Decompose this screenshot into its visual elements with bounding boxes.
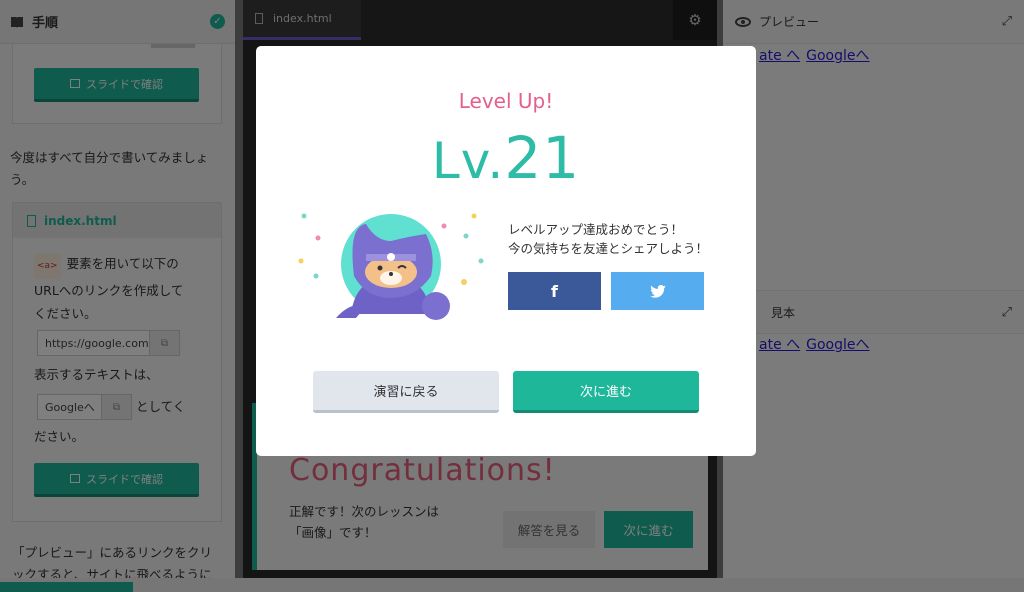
message-line-2: 今の気持ちを友達とシェアしよう！ xyxy=(508,241,709,256)
level-up-message: レベルアップ達成おめでとう！ 今の気持ちを友達とシェアしよう！ xyxy=(508,220,708,258)
level-number: 21 xyxy=(504,124,581,192)
twitter-icon xyxy=(649,284,666,298)
level-display: Lv.21 xyxy=(256,124,756,192)
level-up-modal: Level Up! Lv.21 レベルアップ達成おめでとう！ 今の気持ちを友達と… xyxy=(256,46,756,456)
next-button[interactable]: 次に進む xyxy=(513,371,699,413)
back-to-exercise-button[interactable]: 演習に戻る xyxy=(313,371,499,413)
level-prefix: Lv. xyxy=(431,132,505,190)
facebook-icon: f xyxy=(551,281,558,301)
twitter-share-button[interactable] xyxy=(611,272,704,310)
level-up-label: Level Up! xyxy=(458,89,554,113)
message-line-1: レベルアップ達成おめでとう！ xyxy=(508,222,684,237)
facebook-share-button[interactable]: f xyxy=(508,272,601,310)
ninja-mascot-illustration xyxy=(298,213,484,320)
